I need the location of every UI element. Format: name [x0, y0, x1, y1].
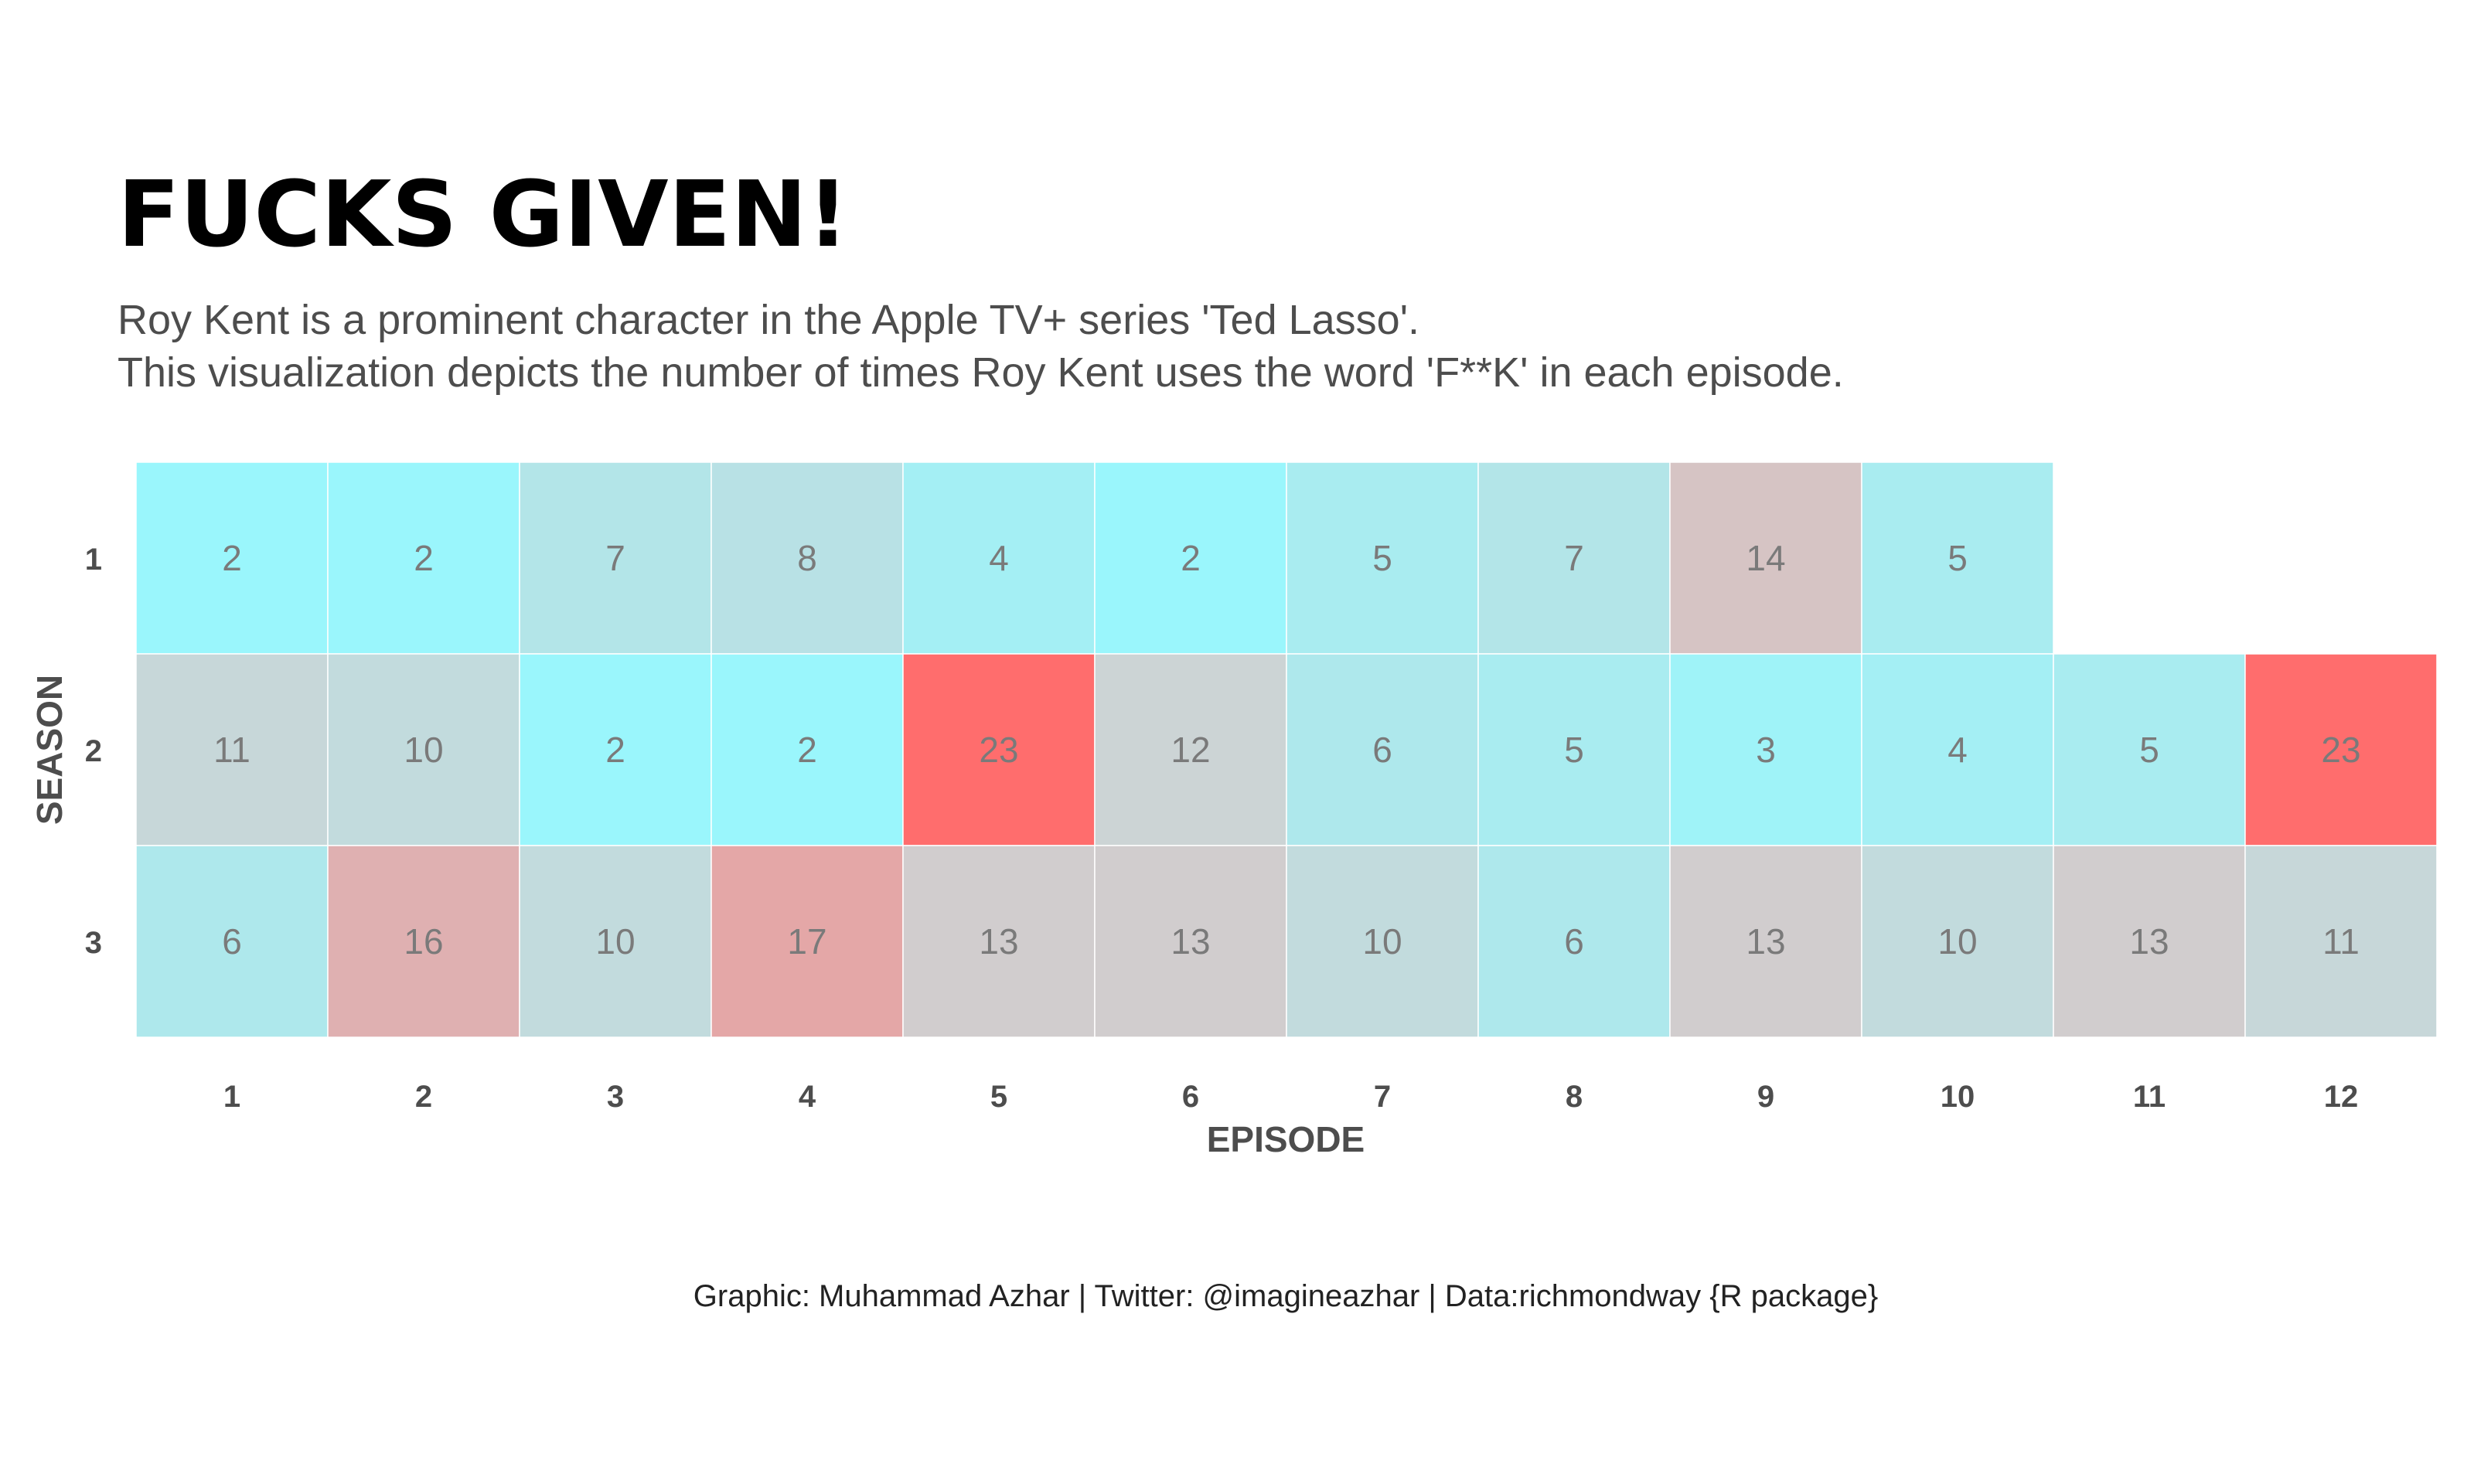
- x-tick-label: 3: [607, 1080, 624, 1114]
- x-tick-label: 5: [990, 1080, 1007, 1114]
- cell-value-label: 5: [1372, 538, 1392, 578]
- cell-value-label: 10: [404, 730, 443, 770]
- chart-title: FUCKS GIVEN!: [118, 161, 849, 267]
- cell-value-label: 4: [1948, 730, 1968, 770]
- cell-value-label: 6: [1564, 921, 1584, 962]
- cell-value-label: 3: [1756, 730, 1776, 770]
- x-tick-label: 6: [1182, 1080, 1199, 1114]
- x-tick-label: 4: [799, 1080, 816, 1114]
- x-tick-label: 12: [2324, 1080, 2359, 1114]
- cell-value-label: 10: [1937, 921, 1977, 962]
- y-axis-label: SEASON: [29, 675, 70, 825]
- cell-value-label: 11: [213, 730, 250, 770]
- y-tick-label: 1: [85, 543, 102, 577]
- cell-value-label: 12: [1171, 730, 1210, 770]
- x-tick-label: 2: [415, 1080, 432, 1114]
- cell-value-label: 2: [414, 538, 434, 578]
- cell-value-label: 2: [605, 730, 625, 770]
- cell-value-label: 2: [222, 538, 242, 578]
- cell-value-label: 5: [1564, 730, 1584, 770]
- cell-value-label: 16: [404, 921, 443, 962]
- cell-value-label: 23: [2321, 730, 2360, 770]
- cell-value-label: 6: [222, 921, 242, 962]
- cell-value-label: 2: [797, 730, 817, 770]
- x-tick-label: 10: [1941, 1080, 1975, 1114]
- cell-value-label: 2: [1181, 538, 1201, 578]
- cell-value-label: 11: [2322, 921, 2360, 962]
- cell-value-label: 7: [1564, 538, 1584, 578]
- cell-value-label: 10: [595, 921, 635, 962]
- x-tick-label: 9: [1757, 1080, 1774, 1114]
- x-tick-label: 11: [2133, 1080, 2166, 1114]
- cell-value-label: 13: [1171, 921, 1210, 962]
- cell-value-label: 13: [979, 921, 1018, 962]
- cell-value-label: 23: [979, 730, 1018, 770]
- cell-value-label: 8: [797, 538, 817, 578]
- cell-value-label: 13: [1746, 921, 1785, 962]
- x-tick-label: 1: [223, 1080, 240, 1114]
- y-tick-label: 2: [85, 734, 102, 768]
- cell-value-label: 10: [1362, 921, 1402, 962]
- cell-value-label: 14: [1746, 538, 1785, 578]
- chart-caption: Graphic: Muhammad Azhar | Twitter: @imag…: [693, 1279, 1878, 1313]
- chart-subtitle-line-1: Roy Kent is a prominent character in the…: [118, 297, 1419, 343]
- cell-value-label: 7: [605, 538, 625, 578]
- cell-value-label: 13: [2129, 921, 2169, 962]
- y-tick-label: 3: [85, 926, 102, 960]
- x-tick-label: 7: [1374, 1080, 1391, 1114]
- cell-value-label: 5: [1948, 538, 1968, 578]
- x-axis-label: EPISODE: [1207, 1119, 1365, 1159]
- cell-value-label: 5: [2139, 730, 2159, 770]
- cell-value-label: 17: [787, 921, 826, 962]
- chart-subtitle-line-2: This visualization depicts the number of…: [118, 349, 1844, 396]
- cell-value-label: 4: [989, 538, 1009, 578]
- cell-value-label: 6: [1372, 730, 1392, 770]
- heatmap-chart: FUCKS GIVEN! Roy Kent is a prominent cha…: [0, 0, 2474, 1484]
- x-tick-label: 8: [1566, 1080, 1583, 1114]
